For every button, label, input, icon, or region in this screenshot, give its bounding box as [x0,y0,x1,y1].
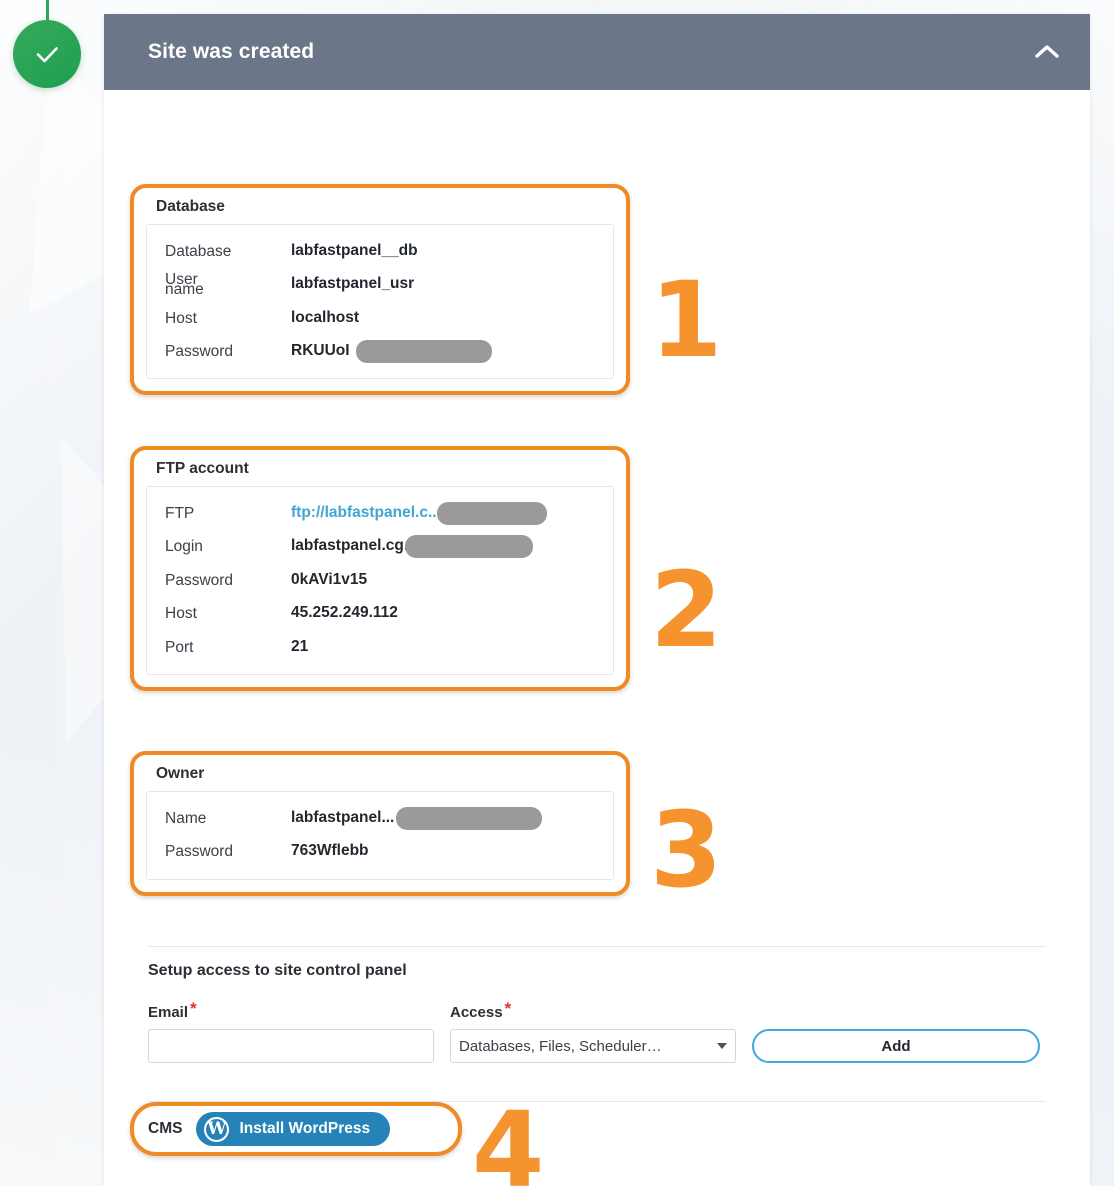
owner-password-value: 763Wflebb [291,842,369,860]
step-number-4: 4 [472,1089,545,1186]
ftp-url-text: ftp://labfastpanel.c [291,504,428,521]
table-row: FTP ftp://labfastpanel.c... [147,497,613,530]
owner-name-label: Name [165,810,207,827]
table-row: User name labfastpanel_usr [147,268,613,301]
setup-access-form: Setup access to site control panel Email… [148,962,1048,1063]
database-host-label: Host [165,309,197,327]
ftp-account-section: FTP account FTP ftp://labfastpanel.c... … [130,446,630,691]
email-label: Email * [148,999,434,1022]
database-user-label: User name [165,272,291,298]
success-status-circle [13,20,81,88]
ftp-url-value[interactable]: ftp://labfastpanel.c... [291,502,547,525]
install-wordpress-button[interactable]: W Install WordPress [196,1112,391,1146]
table-row: Host localhost [147,302,613,335]
cms-row: CMS W Install WordPress [148,1112,444,1146]
divider [148,946,1046,947]
redaction-bar [356,339,492,363]
ftp-login-label: Login [165,538,203,556]
ftp-port-label: Port [165,638,194,656]
table-row: Password RKUUoI [147,335,613,368]
setup-access-heading: Setup access to site control panel [148,962,407,979]
database-password-label: Password [165,342,234,360]
redaction-bar [396,807,542,830]
step-number-1: 1 [650,259,723,381]
database-name-label: Database [165,243,232,260]
access-field-group: Access * Databases, Files, Scheduler… [450,999,736,1063]
add-button[interactable]: Add [752,1029,1040,1063]
database-section: Database Database labfastpanel__db User … [130,184,630,396]
access-label: Access * [450,999,736,1022]
redaction-bar [405,535,533,559]
email-input[interactable] [148,1029,434,1063]
owner-name-text: labfastpanel. [291,809,386,826]
database-name-value: labfastpanel__db [291,242,418,259]
ftp-port-value: 21 [291,637,309,655]
wordpress-icon: W [204,1116,230,1142]
ftp-details-box: FTP ftp://labfastpanel.c... Login labfas… [146,486,614,675]
database-host-value: localhost [291,308,360,326]
email-label-text: Email [148,1004,189,1021]
access-select[interactable]: Databases, Files, Scheduler… [450,1029,736,1063]
table-row: Password 0kAVi1v15 [147,564,613,597]
ftp-url-label: FTP [165,505,195,522]
owner-section-title: Owner [156,765,205,782]
database-details-box: Database labfastpanel__db User name labf… [146,224,614,380]
card-header: Site was created [104,14,1090,90]
page-title: Site was created [148,40,315,63]
required-star: * [504,999,512,1018]
ftp-login-text: labfastpanel.c [291,537,395,555]
table-row: Name labfastpanel... [147,802,613,835]
database-user-value: labfastpanel_usr [291,275,415,293]
database-password-value: RKUUoI [291,339,492,363]
setup-access-row: Email * Access * Databases, Files, Schedul… [148,999,1048,1063]
ftp-password-value: 0kAVi1v15 [291,570,368,588]
email-field-group: Email * [148,999,434,1063]
ftp-password-label: Password [165,571,234,589]
table-row: Database labfastpanel__db [147,235,613,268]
site-created-card: Site was created Database Database labfa… [104,14,1090,1186]
install-wordpress-label: Install WordPress [239,1120,371,1137]
chevron-up-icon[interactable] [1030,35,1064,69]
owner-section: Owner Name labfastpanel... Password 763W… [130,751,630,896]
access-select-value: Databases, Files, Scheduler… [459,1037,662,1055]
database-user-label-line2: name [165,280,204,298]
database-section-title: Database [156,198,225,215]
owner-name-value: labfastpanel... [291,807,542,830]
owner-details-box: Name labfastpanel... Password 763Wflebb [146,791,614,880]
access-label-text: Access [450,1004,503,1021]
step-number-3: 3 [650,789,723,911]
cms-section: CMS W Install WordPress [130,1102,462,1156]
table-row: Password 763Wflebb [147,835,613,868]
ftp-section-title: FTP account [156,460,249,477]
cms-label: CMS [148,1120,183,1137]
ftp-host-value: 45.252.249.112 [291,604,398,622]
chevron-down-icon [717,1043,727,1049]
ftp-login-value: labfastpanel.cg... [291,535,533,559]
owner-name-suffix: .. [385,809,395,826]
owner-password-label: Password [165,843,234,861]
check-icon [29,36,65,72]
table-row: Port 21 [147,631,613,664]
table-row: Host 45.252.249.112 [147,597,613,630]
step-number-2: 2 [650,549,723,671]
required-star: * [190,999,197,1018]
table-row: Login labfastpanel.cg... [147,530,613,563]
database-password-text: RKUUoI [291,341,350,359]
ftp-host-label: Host [165,605,197,623]
redaction-bar [437,502,547,525]
